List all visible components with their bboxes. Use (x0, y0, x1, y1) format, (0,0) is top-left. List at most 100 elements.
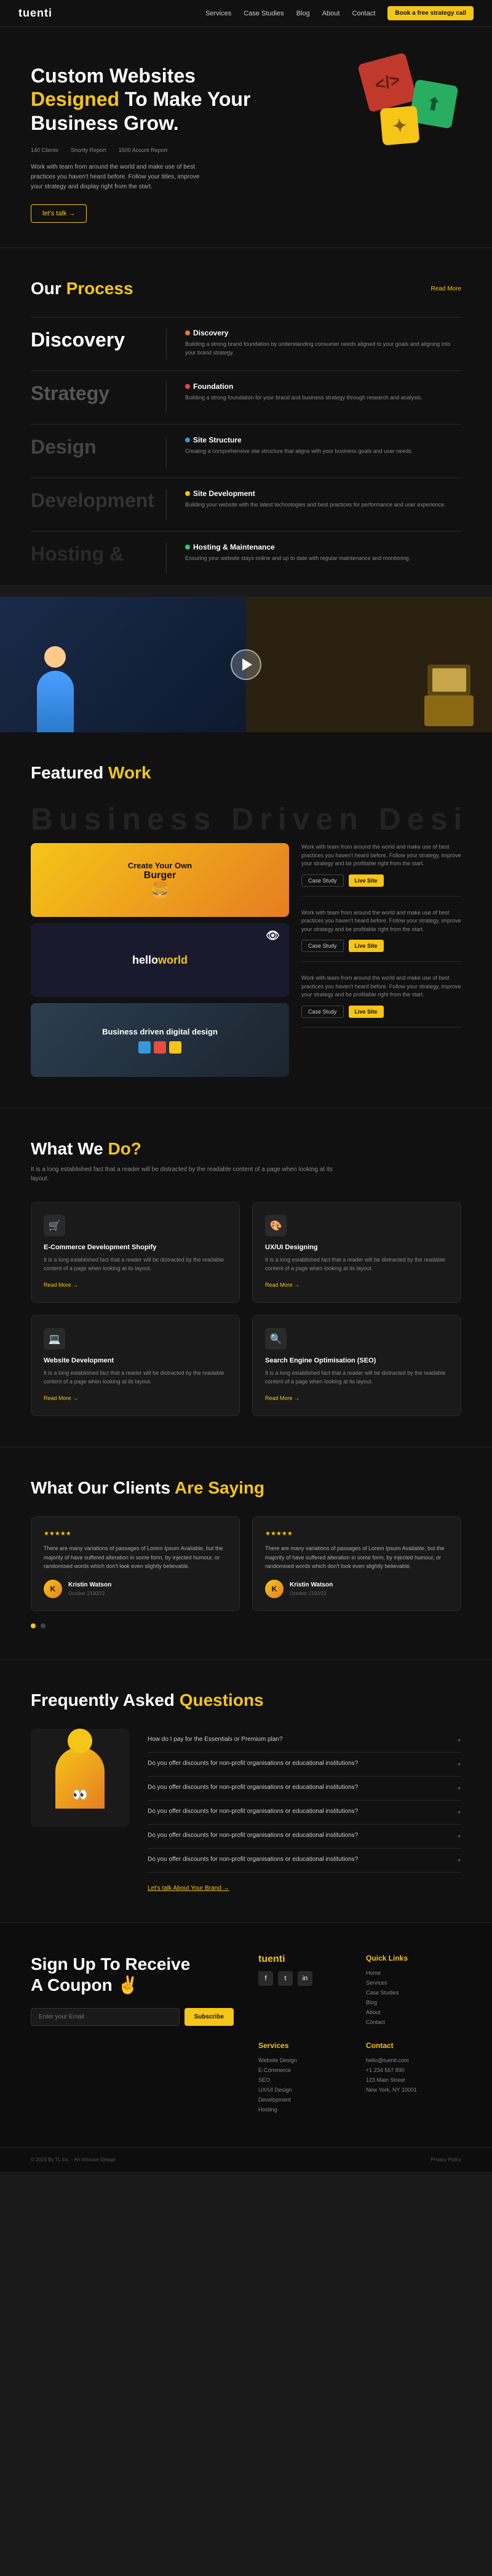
testimonial-1-text: There are many variations of passages of… (44, 1544, 227, 1570)
service-seo-link[interactable]: Read More → (265, 1395, 300, 1401)
process-detail-title-hosting: Hosting & Maintenance (185, 543, 461, 551)
service-ecommerce-link[interactable]: Read More → (44, 1282, 78, 1288)
process-detail-text-discovery: Building a strong brand foundation by un… (185, 340, 461, 357)
process-detail-name-strategy: Foundation (193, 382, 233, 391)
social-linkedin-icon[interactable]: in (298, 1971, 312, 1986)
work-detail-desc-3: Work with team from around the world and… (301, 974, 461, 999)
process-label-design: Design (31, 436, 166, 458)
social-facebook-icon[interactable]: f (258, 1971, 273, 1986)
work-case-study-btn-3[interactable]: Case Study (301, 1006, 344, 1018)
footer-links-area: tuenti f t in Quick Links Home Services … (258, 1954, 461, 2116)
nav-cta-button[interactable]: Book a free strategy call (387, 6, 474, 20)
faq-section: Frequently Asked Questions 👀 How do I pa… (0, 1660, 492, 1922)
faq-item-4[interactable]: Do you offer discounts for non-profit or… (148, 1825, 461, 1849)
faq-item-5[interactable]: Do you offer discounts for non-profit or… (148, 1849, 461, 1873)
service-uxui-desc: It is a long established fact that a rea… (265, 1256, 448, 1273)
footer-link-webdesign[interactable]: Website Design (258, 2057, 354, 2063)
testimonial-nav-dot-2[interactable] (41, 1623, 46, 1628)
hero-cta-button[interactable]: let's talk → (31, 204, 87, 223)
footer-copyright: © 2023 By TL Inc. - An Inhouse Design (31, 2157, 116, 2162)
footer-phone[interactable]: +1 234 567 890 (366, 2067, 461, 2073)
process-read-more[interactable]: Read More (431, 286, 461, 292)
testimonial-nav-dot-1[interactable] (31, 1623, 36, 1628)
work-live-site-btn-1[interactable]: Live Site (349, 874, 384, 887)
signup-email-input[interactable] (31, 2008, 180, 2026)
nav-services[interactable]: Services (205, 10, 231, 17)
faq-question-1: Do you offer discounts for non-profit or… (148, 1760, 451, 1767)
work-case-study-btn-2[interactable]: Case Study (301, 940, 344, 952)
work-live-site-btn-2[interactable]: Live Site (349, 940, 384, 952)
testimonial-2-avatar: K (265, 1580, 284, 1598)
hero-content: Custom Websites Designed To Make Your Bu… (31, 64, 268, 223)
faq-item-2[interactable]: Do you offer discounts for non-profit or… (148, 1777, 461, 1801)
burger-emoji: 🍔 (128, 881, 192, 899)
footer-col-2-title: Services (258, 2041, 354, 2050)
logo[interactable]: tuenti (18, 7, 52, 20)
marquee-container: Business Driven Design Hello World Busin… (31, 801, 461, 837)
faq-item-1[interactable]: Do you offer discounts for non-profit or… (148, 1753, 461, 1777)
faq-item-3[interactable]: Do you offer discounts for non-profit or… (148, 1801, 461, 1825)
work-card-burger-content: Create Your Own Burger 🍔 (128, 861, 192, 899)
footer-bottom: © 2023 By TL Inc. - An Inhouse Design Pr… (0, 2147, 492, 2172)
footer-email[interactable]: hello@tuenti.com (366, 2057, 461, 2063)
footer-link-home[interactable]: Home (366, 1970, 461, 1976)
process-detail-text-hosting: Ensuring your website stays online and u… (185, 554, 461, 563)
nav-contact[interactable]: Contact (352, 10, 375, 17)
process-item-strategy: Strategy Foundation Building a strong fo… (31, 370, 461, 424)
footer-link-contact[interactable]: Contact (366, 2019, 461, 2025)
work-detail-1: Work with team from around the world and… (301, 843, 461, 897)
faq-image-shape: 👀 (55, 1747, 105, 1809)
faq-image: 👀 (31, 1729, 129, 1827)
service-uxui-link[interactable]: Read More → (265, 1282, 300, 1288)
dot-strategy (185, 384, 190, 389)
video-right (246, 597, 492, 732)
work-case-study-btn-1[interactable]: Case Study (301, 874, 344, 887)
navigation: tuenti Services Case Studies Blog About … (0, 0, 492, 27)
play-button[interactable] (231, 649, 261, 680)
footer-address: 123 Main Street (366, 2077, 461, 2083)
footer-link-hosting[interactable]: Hosting (258, 2106, 354, 2113)
faq-arrow-1: + (457, 1760, 461, 1769)
footer-logo-container: tuenti (258, 1954, 354, 1965)
faq-cta[interactable]: Let's talk About Your Brand → (148, 1885, 461, 1892)
footer-link-blog[interactable]: Blog (366, 1999, 461, 2006)
hero-description: Work with team from around the world and… (31, 162, 203, 192)
process-item-discovery: Discovery Discovery Building a strong br… (31, 317, 461, 370)
footer-link-dev[interactable]: Development (258, 2097, 354, 2103)
hero-meta-3: 1500 Acount Report (119, 147, 168, 153)
footer-link-ecom[interactable]: E-Commerce (258, 2067, 354, 2073)
testimonial-1-author-info: Kristin Watson October 2190/22 (68, 1580, 111, 1598)
footer-link-services[interactable]: Services (366, 1980, 461, 1986)
faq-arrow-4: + (457, 1832, 461, 1841)
icon-blue (138, 1041, 151, 1054)
nav-about[interactable]: About (322, 10, 340, 17)
work-grid: Create Your Own Burger 🍔 helloworld 👁 Bu… (31, 843, 461, 1077)
footer-link-seo[interactable]: SEO (258, 2077, 354, 2083)
footer-link-about[interactable]: About (366, 2009, 461, 2015)
work-card-burger[interactable]: Create Your Own Burger 🍔 (31, 843, 289, 917)
footer-link-uxui[interactable]: UX/UI Design (258, 2087, 354, 2093)
nav-blog[interactable]: Blog (296, 10, 310, 17)
footer-link-case[interactable]: Case Studies (366, 1990, 461, 1996)
footer-privacy[interactable]: Privacy Policy (430, 2157, 461, 2162)
social-twitter-icon[interactable]: t (278, 1971, 293, 1986)
testimonial-2: ★★★★★ There are many variations of passa… (252, 1516, 461, 1611)
video-figure (18, 634, 92, 732)
nav-case-studies[interactable]: Case Studies (244, 10, 284, 17)
signup-left: Sign Up To Receive A Coupon ✌ Subscribe (31, 1954, 234, 2116)
services-grid: 🛒 E-Commerce Development Shopify It is a… (31, 1202, 461, 1416)
service-webdev-link[interactable]: Read More → (44, 1395, 78, 1401)
faq-item-0[interactable]: How do I pay for the Essentials or Premi… (148, 1729, 461, 1753)
faq-title-part1: Frequently Asked (31, 1690, 180, 1710)
testimonial-2-stars: ★★★★★ (265, 1529, 448, 1539)
work-card-digital[interactable]: Business driven digital design (31, 1003, 289, 1077)
work-card-hello[interactable]: helloworld 👁 (31, 923, 289, 997)
video-section (0, 597, 492, 732)
signup-submit-button[interactable]: Subscribe (184, 2008, 234, 2026)
process-detail-name-design: Site Structure (193, 436, 242, 444)
hero-shape-red: </> (357, 52, 418, 113)
faq-list: How do I pay for the Essentials or Premi… (148, 1729, 461, 1892)
hello-world-text: helloworld (132, 954, 188, 967)
star-symbol: ✦ (392, 115, 408, 137)
work-live-site-btn-3[interactable]: Live Site (349, 1006, 384, 1018)
